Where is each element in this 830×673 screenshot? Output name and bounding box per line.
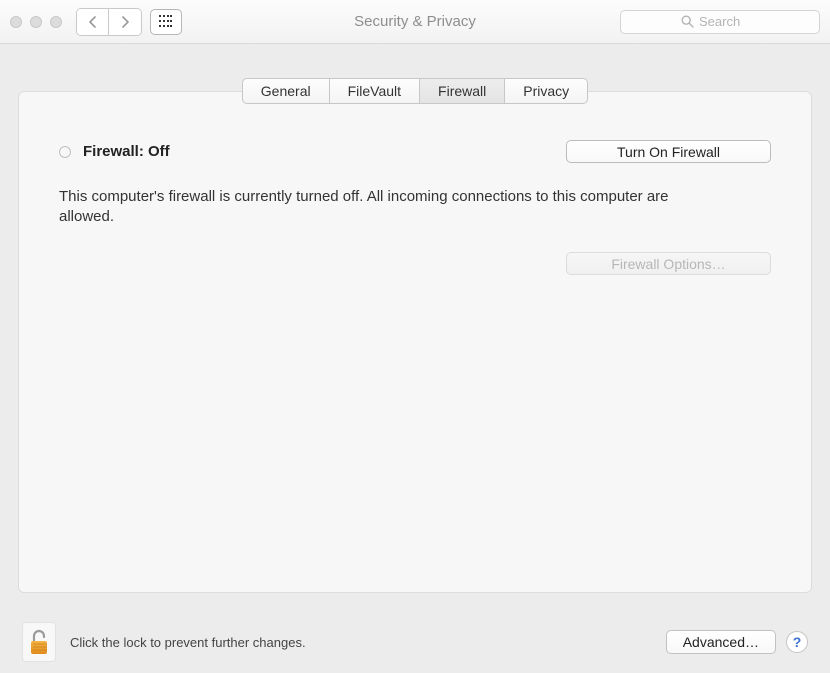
search-icon [681,15,694,28]
titlebar: Security & Privacy [0,0,830,44]
lock-icon [28,629,50,657]
tab-firewall[interactable]: Firewall [420,78,505,104]
content-area: General FileVault Firewall Privacy Firew… [0,44,830,593]
lock-label: Click the lock to prevent further change… [70,635,306,650]
grid-icon [159,15,173,29]
zoom-window-icon[interactable] [50,16,62,28]
help-button[interactable]: ? [786,631,808,653]
firewall-description: This computer's firewall is currently tu… [59,187,699,228]
firewall-status-label: Firewall: Off [83,143,170,160]
show-all-button[interactable] [150,9,182,35]
tab-privacy[interactable]: Privacy [505,78,588,104]
tab-general[interactable]: General [242,78,330,104]
tab-filevault[interactable]: FileVault [330,78,420,104]
forward-button[interactable] [109,9,141,35]
firewall-status-row: Firewall: Off Turn On Firewall [59,140,771,163]
chevron-right-icon [120,16,130,28]
chevron-left-icon [88,16,98,28]
advanced-button[interactable]: Advanced… [666,630,776,654]
minimize-window-icon[interactable] [30,16,42,28]
firewall-options-button: Firewall Options… [566,252,771,275]
back-button[interactable] [77,9,109,35]
footer: Click the lock to prevent further change… [0,611,830,673]
firewall-pane: Firewall: Off Turn On Firewall This comp… [18,91,812,593]
search-input[interactable] [699,14,759,29]
window-controls [10,16,62,28]
close-window-icon[interactable] [10,16,22,28]
lock-button[interactable] [22,622,56,662]
nav-back-forward [76,8,142,36]
turn-on-firewall-button[interactable]: Turn On Firewall [566,140,771,163]
tab-bar: General FileVault Firewall Privacy [18,78,812,104]
search-field[interactable] [620,10,820,34]
status-indicator-icon [59,146,71,158]
